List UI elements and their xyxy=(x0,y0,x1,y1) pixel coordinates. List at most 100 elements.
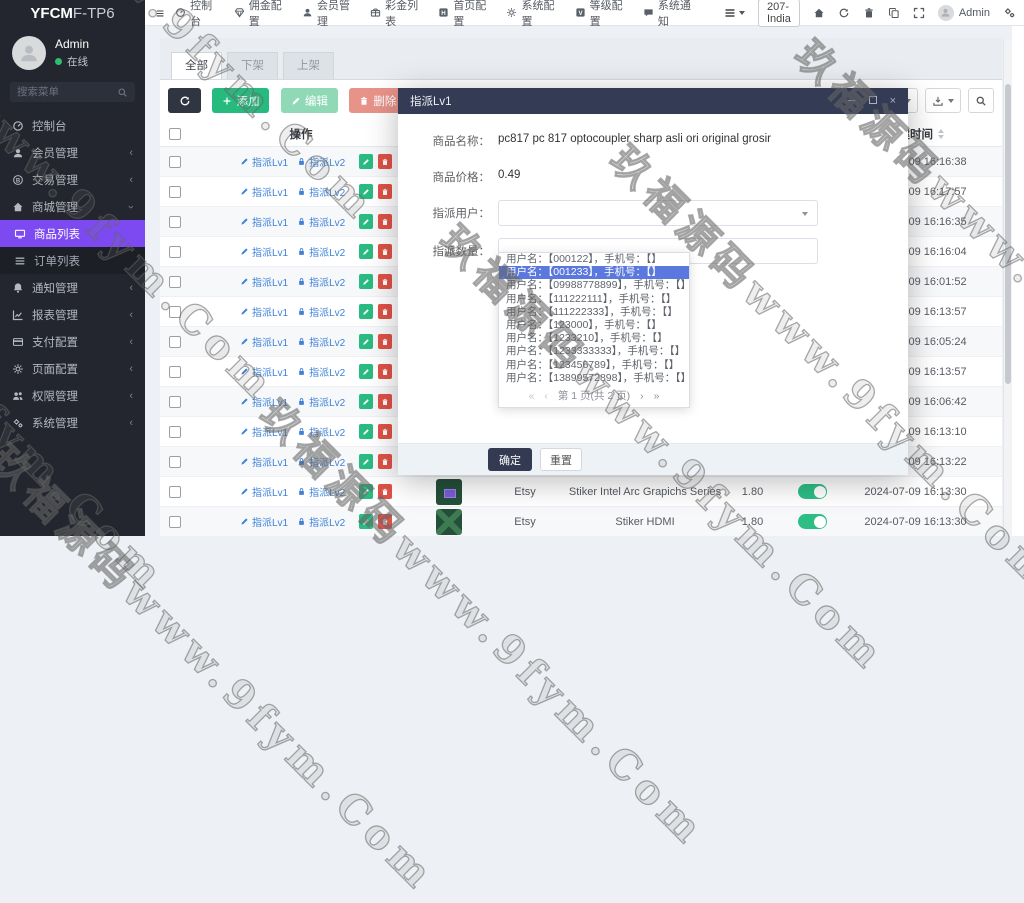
column-header-operation[interactable]: 操作 xyxy=(190,126,412,142)
restore-icon[interactable] xyxy=(869,96,877,107)
assign-lv2-link[interactable]: 指派Lv2 xyxy=(297,304,345,319)
edit-button-toolbar[interactable]: 编辑 xyxy=(281,88,338,113)
assign-lv1-link[interactable]: 指派Lv1 xyxy=(240,364,288,379)
tab-off-shelf[interactable]: 下架 xyxy=(227,52,278,79)
assign-lv1-link[interactable]: 指派Lv1 xyxy=(240,214,288,229)
sidebar-item-product-monitor[interactable]: 商品列表 xyxy=(0,220,145,247)
confirm-button[interactable]: 确定 xyxy=(488,448,532,471)
assign-lv2-link[interactable]: 指派Lv2 xyxy=(297,244,345,259)
assign-lv1-link[interactable]: 指派Lv1 xyxy=(240,394,288,409)
assign-lv1-link[interactable]: 指派Lv1 xyxy=(240,154,288,169)
assign-user-select[interactable] xyxy=(498,200,818,226)
sidebar-item-member[interactable]: 会员管理‹ xyxy=(0,139,145,166)
table-search-button[interactable] xyxy=(968,88,994,113)
nav-item-gear[interactable]: 系统配置 xyxy=(506,0,557,29)
nav-item-member[interactable]: 会员管理 xyxy=(302,0,353,29)
dropdown-option[interactable]: 用户名：【111222333】，手机号：【】 xyxy=(499,306,689,319)
assign-lv2-link[interactable]: 指派Lv2 xyxy=(297,334,345,349)
sidebar-item-report-chart[interactable]: 报表管理‹ xyxy=(0,301,145,328)
assign-lv2-link[interactable]: 指派Lv2 xyxy=(297,454,345,469)
dropdown-option[interactable]: 用户名：【111222111】，手机号：【】 xyxy=(499,293,689,306)
dropdown-option[interactable]: 用户名：【1233210】，手机号：【】 xyxy=(499,332,689,345)
edit-row-button[interactable] xyxy=(359,154,373,169)
page-prev-button[interactable]: ‹ xyxy=(544,390,548,402)
site-select[interactable]: 207-India xyxy=(758,0,800,27)
edit-row-button[interactable] xyxy=(359,334,373,349)
delete-row-button[interactable] xyxy=(378,244,392,259)
sidebar-item-pay-card[interactable]: 支付配置‹ xyxy=(0,328,145,355)
delete-row-button[interactable] xyxy=(378,454,392,469)
home-icon[interactable] xyxy=(813,7,825,19)
status-toggle[interactable] xyxy=(798,484,827,499)
expand-icon[interactable] xyxy=(913,7,925,19)
row-checkbox[interactable] xyxy=(169,456,181,468)
assign-lv1-link[interactable]: 指派Lv1 xyxy=(240,184,288,199)
edit-row-button[interactable] xyxy=(359,184,373,199)
row-checkbox[interactable] xyxy=(169,186,181,198)
page-last-button[interactable]: » xyxy=(654,390,660,402)
assign-lv1-link[interactable]: 指派Lv1 xyxy=(240,484,288,499)
product-thumbnail[interactable] xyxy=(436,479,462,505)
assign-lv1-link[interactable]: 指派Lv1 xyxy=(240,424,288,439)
sidebar-item-shop-home[interactable]: 商城管理‹ xyxy=(0,193,145,220)
assign-lv2-link[interactable]: 指派Lv2 xyxy=(297,274,345,289)
assign-lv2-link[interactable]: 指派Lv2 xyxy=(297,514,345,529)
assign-lv2-link[interactable]: 指派Lv2 xyxy=(297,394,345,409)
dropdown-option[interactable]: 用户名：【001233】，手机号：【】 xyxy=(499,266,689,279)
assign-lv2-link[interactable]: 指派Lv2 xyxy=(297,184,345,199)
delete-row-button[interactable] xyxy=(378,274,392,289)
sidebar-search[interactable] xyxy=(10,82,135,102)
refresh-icon[interactable] xyxy=(838,7,850,19)
sidebar-item-page-gear[interactable]: 页面配置‹ xyxy=(0,355,145,382)
edit-row-button[interactable] xyxy=(359,364,373,379)
reset-button[interactable]: 重置 xyxy=(540,448,582,471)
sidebar-item-order-list[interactable]: 订单列表 xyxy=(0,247,145,274)
page-first-button[interactable]: « xyxy=(528,390,534,402)
delete-row-button[interactable] xyxy=(378,424,392,439)
nav-item-h-square[interactable]: H首页配置 xyxy=(438,0,489,29)
dropdown-option[interactable]: 用户名：【123000】，手机号：【】 xyxy=(499,319,689,332)
edit-row-button[interactable] xyxy=(359,514,373,529)
assign-lv2-link[interactable]: 指派Lv2 xyxy=(297,484,345,499)
assign-lv1-link[interactable]: 指派Lv1 xyxy=(240,514,288,529)
nav-item-prize-box[interactable]: 彩金列表 xyxy=(370,0,421,29)
edit-row-button[interactable] xyxy=(359,274,373,289)
row-checkbox[interactable] xyxy=(169,426,181,438)
status-toggle[interactable] xyxy=(798,514,827,529)
edit-row-button[interactable] xyxy=(359,484,373,499)
assign-lv2-link[interactable]: 指派Lv2 xyxy=(297,364,345,379)
edit-row-button[interactable] xyxy=(359,424,373,439)
edit-row-button[interactable] xyxy=(359,214,373,229)
row-checkbox[interactable] xyxy=(169,366,181,378)
tab-all[interactable]: 全部 xyxy=(171,52,222,79)
assign-lv1-link[interactable]: 指派Lv1 xyxy=(240,244,288,259)
edit-row-button[interactable] xyxy=(359,394,373,409)
tab-on-shelf[interactable]: 上架 xyxy=(283,52,334,79)
row-checkbox[interactable] xyxy=(169,336,181,348)
delete-row-button[interactable] xyxy=(378,334,392,349)
topnav-user[interactable]: Admin xyxy=(938,5,990,21)
row-checkbox[interactable] xyxy=(169,156,181,168)
nav-item-v-square[interactable]: V等级配置 xyxy=(575,0,626,29)
hamburger-icon[interactable]: ≡ xyxy=(145,5,175,21)
copy-icon[interactable] xyxy=(888,7,900,19)
row-checkbox[interactable] xyxy=(169,276,181,288)
nav-item-diamond[interactable]: 佣金配置 xyxy=(234,0,285,29)
nav-item-dashboard[interactable]: 控制台 xyxy=(175,0,217,29)
sidebar-item-bell[interactable]: 通知管理‹ xyxy=(0,274,145,301)
row-checkbox[interactable] xyxy=(169,396,181,408)
row-checkbox[interactable] xyxy=(169,516,181,528)
sidebar-item-bitcoin[interactable]: B交易管理‹ xyxy=(0,166,145,193)
dropdown-option[interactable]: 用户名：【000122】，手机号：【】 xyxy=(499,253,689,266)
dropdown-option[interactable]: 用户名：【1233333333】，手机号：【】 xyxy=(499,345,689,358)
edit-row-button[interactable] xyxy=(359,454,373,469)
vertical-scrollbar[interactable] xyxy=(1003,40,1012,536)
edit-row-button[interactable] xyxy=(359,304,373,319)
sidebar-item-permission-users[interactable]: 权限管理‹ xyxy=(0,382,145,409)
sidebar-search-input[interactable] xyxy=(17,86,117,98)
close-icon[interactable]: × xyxy=(890,96,896,107)
assign-lv1-link[interactable]: 指派Lv1 xyxy=(240,304,288,319)
refresh-button[interactable] xyxy=(168,88,201,113)
assign-lv2-link[interactable]: 指派Lv2 xyxy=(297,424,345,439)
sidebar-item-system-cogs[interactable]: 系统管理‹ xyxy=(0,409,145,436)
